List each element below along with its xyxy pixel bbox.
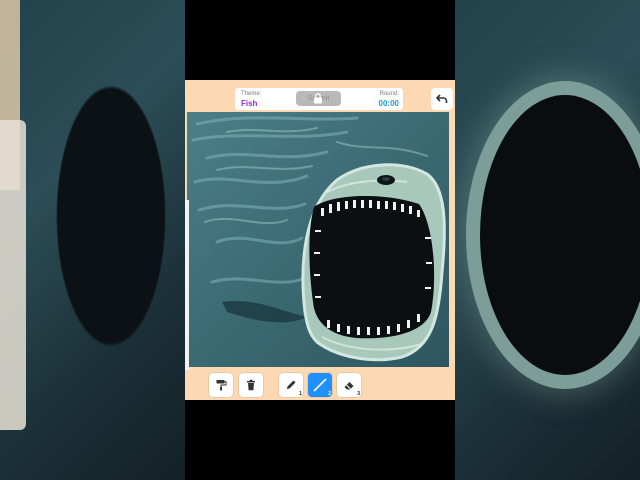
drawing-canvas[interactable] bbox=[187, 112, 449, 367]
pencil-icon bbox=[287, 380, 296, 389]
canvas-drawing bbox=[187, 112, 449, 367]
canvas-edge-rail bbox=[185, 200, 189, 370]
blurred-backdrop-left bbox=[0, 0, 185, 480]
paint-roller-icon bbox=[216, 380, 227, 391]
blurred-backdrop-right bbox=[455, 0, 640, 480]
tool-shortcut-number: 3 bbox=[357, 391, 360, 397]
round-timer: 00:00 bbox=[378, 99, 399, 108]
tool-shortcut-number: 2 bbox=[328, 391, 331, 397]
round-label: Round: bbox=[379, 91, 399, 97]
trash-icon bbox=[247, 379, 255, 391]
paint-roller-tool[interactable] bbox=[209, 373, 233, 397]
trash-tool[interactable] bbox=[239, 373, 263, 397]
lock-icon bbox=[314, 93, 322, 104]
theme-label: Theme: bbox=[241, 91, 262, 97]
theme-value: Fish bbox=[241, 99, 258, 108]
line-tool[interactable]: 2 bbox=[308, 373, 332, 397]
eraser-tool[interactable]: 3 bbox=[337, 373, 361, 397]
pencil-tool[interactable]: 1 bbox=[279, 373, 303, 397]
line-icon bbox=[313, 378, 327, 392]
backdrop-panel bbox=[0, 120, 26, 430]
game-screen: Theme: Fish Submit Round: 00:00 bbox=[185, 80, 455, 400]
undo-icon bbox=[436, 94, 448, 103]
game-header: Theme: Fish Submit Round: 00:00 bbox=[235, 88, 403, 110]
undo-button[interactable] bbox=[431, 88, 453, 110]
tool-shortcut-number: 1 bbox=[299, 391, 302, 397]
drawing-toolbar: 1 2 3 bbox=[185, 370, 455, 400]
submit-button[interactable]: Submit bbox=[296, 91, 341, 106]
eraser-icon bbox=[344, 382, 354, 390]
backdrop-fish-mouth bbox=[480, 95, 640, 375]
